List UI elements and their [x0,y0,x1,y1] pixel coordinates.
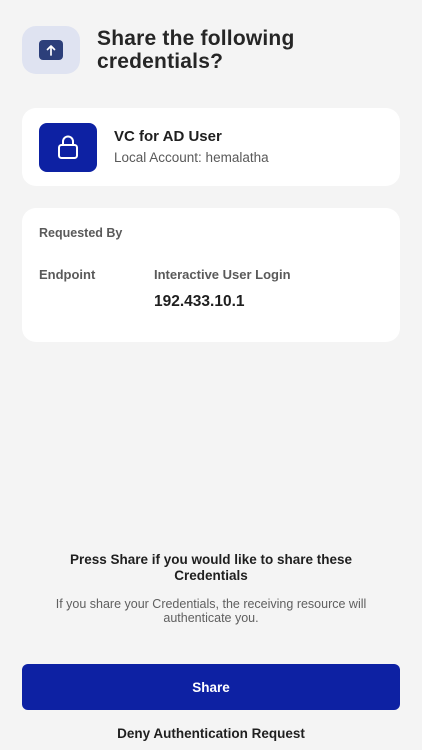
share-button[interactable]: Share [22,664,400,710]
page-title: Share the following credentials? [97,27,295,73]
endpoint-type: Interactive User Login [154,267,291,282]
requested-by-label: Requested By [39,226,123,240]
endpoint-values: Interactive User Login 192.433.10.1 [154,267,291,311]
credential-title: VC for AD User [114,128,222,145]
request-details-card: Requested By Endpoint Interactive User L… [22,208,400,342]
deny-authentication-link[interactable]: Deny Authentication Request [0,726,422,741]
credential-text: VC for AD User Local Account: hemalatha [114,128,269,166]
endpoint-row: Endpoint Interactive User Login 192.433.… [39,267,383,311]
share-credentials-screen: Share the following credentials? VC for … [0,0,422,750]
endpoint-key: Endpoint [39,267,96,282]
lock-icon [39,122,97,172]
endpoint-ip: 192.433.10.1 [154,293,245,310]
share-prompt: Press Share if you would like to share t… [40,552,382,625]
header: Share the following credentials? [22,26,400,74]
upload-arrow-icon [39,40,63,60]
credential-card: VC for AD User Local Account: hemalatha [22,108,400,186]
share-prompt-sub: If you share your Credentials, the recei… [55,597,367,625]
share-prompt-main: Press Share if you would like to share t… [69,552,353,583]
header-icon-container [22,26,80,74]
credential-subtitle: Local Account: hemalatha [114,150,269,165]
